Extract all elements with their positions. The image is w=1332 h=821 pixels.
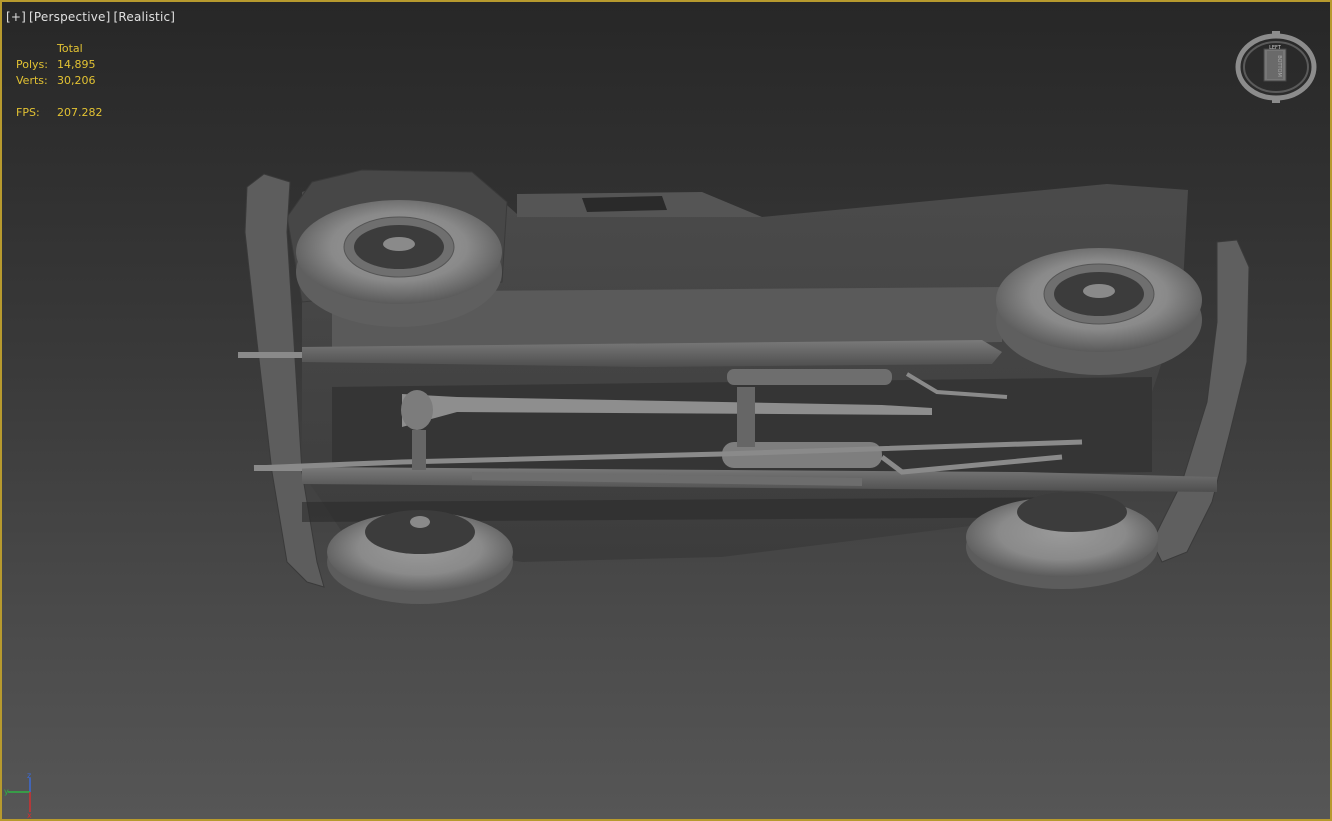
axis-z-label: z xyxy=(27,772,31,780)
wheel-bottom-left xyxy=(327,510,513,604)
axis-tripod-icon: z y x xyxy=(4,771,44,820)
verts-value: 30,206 xyxy=(57,74,96,87)
viewport-label-menu[interactable]: [+] [Perspective] [Realistic] xyxy=(6,10,178,24)
fps-label: FPS: xyxy=(16,106,40,119)
viewport-shading-menu[interactable]: [Realistic] xyxy=(114,10,176,24)
viewport-general-menu[interactable]: [+] xyxy=(6,10,26,24)
car-model-render[interactable] xyxy=(2,2,1332,821)
wheel-top-left xyxy=(296,200,502,327)
polys-label: Polys: xyxy=(16,58,48,71)
viewport-statistics: Total Polys: 14,895 Verts: 30,206 FPS: 207.… xyxy=(16,41,103,121)
polys-value: 14,895 xyxy=(57,58,96,71)
verts-label: Verts: xyxy=(16,74,48,87)
axis-y-label: y xyxy=(4,787,9,796)
perspective-viewport[interactable]: [+] [Perspective] [Realistic] Total Polys:… xyxy=(0,0,1332,821)
wheel-top-right xyxy=(996,248,1202,375)
fps-value: 207.282 xyxy=(57,106,103,119)
viewcube-face-label: LEFT xyxy=(1269,45,1282,51)
axis-x-label: x xyxy=(27,811,32,820)
stats-header: Total xyxy=(57,42,83,55)
viewcube-icon[interactable]: LEFT BOTTOM xyxy=(1234,29,1318,105)
viewcube-side-label: BOTTOM xyxy=(1276,55,1282,77)
viewport-point-of-view-menu[interactable]: [Perspective] xyxy=(29,10,110,24)
